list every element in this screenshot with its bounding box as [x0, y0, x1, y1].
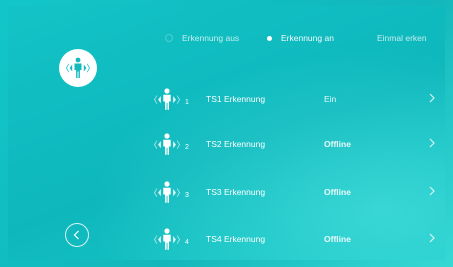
motion-sensor-icon — [153, 181, 181, 203]
sensor-index: 4 — [185, 239, 189, 246]
sensor-index: 3 — [185, 192, 189, 199]
screen-panel: Erkennung aus Erkennung an Einmal erken — [8, 6, 445, 260]
mode-option-once[interactable]: Einmal erken — [377, 33, 427, 43]
chevron-right-icon — [429, 233, 435, 243]
motion-sensor-icon — [153, 133, 181, 155]
sensor-status: Offline — [324, 187, 351, 197]
sensor-row-ts2[interactable]: 2 TS2 Erkennung Offline — [148, 129, 448, 159]
chevron-right-icon — [429, 138, 435, 148]
sensor-name: TS4 Erkennung — [206, 234, 266, 244]
mode-label: Erkennung an — [281, 33, 334, 43]
sensor-row-ts4[interactable]: 4 TS4 Erkennung Offline — [148, 224, 448, 254]
mode-label: Einmal erken — [377, 33, 427, 43]
sensor-index: 2 — [185, 144, 189, 151]
detection-mode-selector: Erkennung aus Erkennung an Einmal erken — [8, 33, 445, 45]
sensor-status: Offline — [324, 139, 351, 149]
sensor-status: Ein — [324, 94, 337, 104]
sensor-row-ts3[interactable]: 3 TS3 Erkennung Offline — [148, 177, 448, 207]
chevron-right-icon — [429, 93, 435, 103]
sensor-row-ts1[interactable]: 1 TS1 Erkennung Ein — [148, 84, 448, 114]
motion-sensor-icon — [153, 228, 181, 250]
radio-selected-icon — [267, 35, 272, 41]
sensor-name: TS2 Erkennung — [206, 139, 266, 149]
sensor-index: 1 — [185, 99, 189, 106]
sensor-name: TS1 Erkennung — [206, 94, 266, 104]
sensor-name: TS3 Erkennung — [206, 187, 266, 197]
chevron-right-icon — [429, 186, 435, 196]
motion-detection-person-icon — [59, 49, 97, 87]
mode-option-on[interactable]: Erkennung an — [267, 33, 334, 43]
sensor-status: Offline — [324, 234, 351, 244]
motion-sensor-icon — [153, 88, 181, 110]
mode-option-off[interactable]: Erkennung aus — [165, 33, 239, 43]
chevron-left-icon — [73, 230, 79, 240]
mode-label: Erkennung aus — [182, 33, 240, 43]
back-button[interactable] — [65, 223, 89, 247]
radio-icon — [165, 34, 173, 42]
